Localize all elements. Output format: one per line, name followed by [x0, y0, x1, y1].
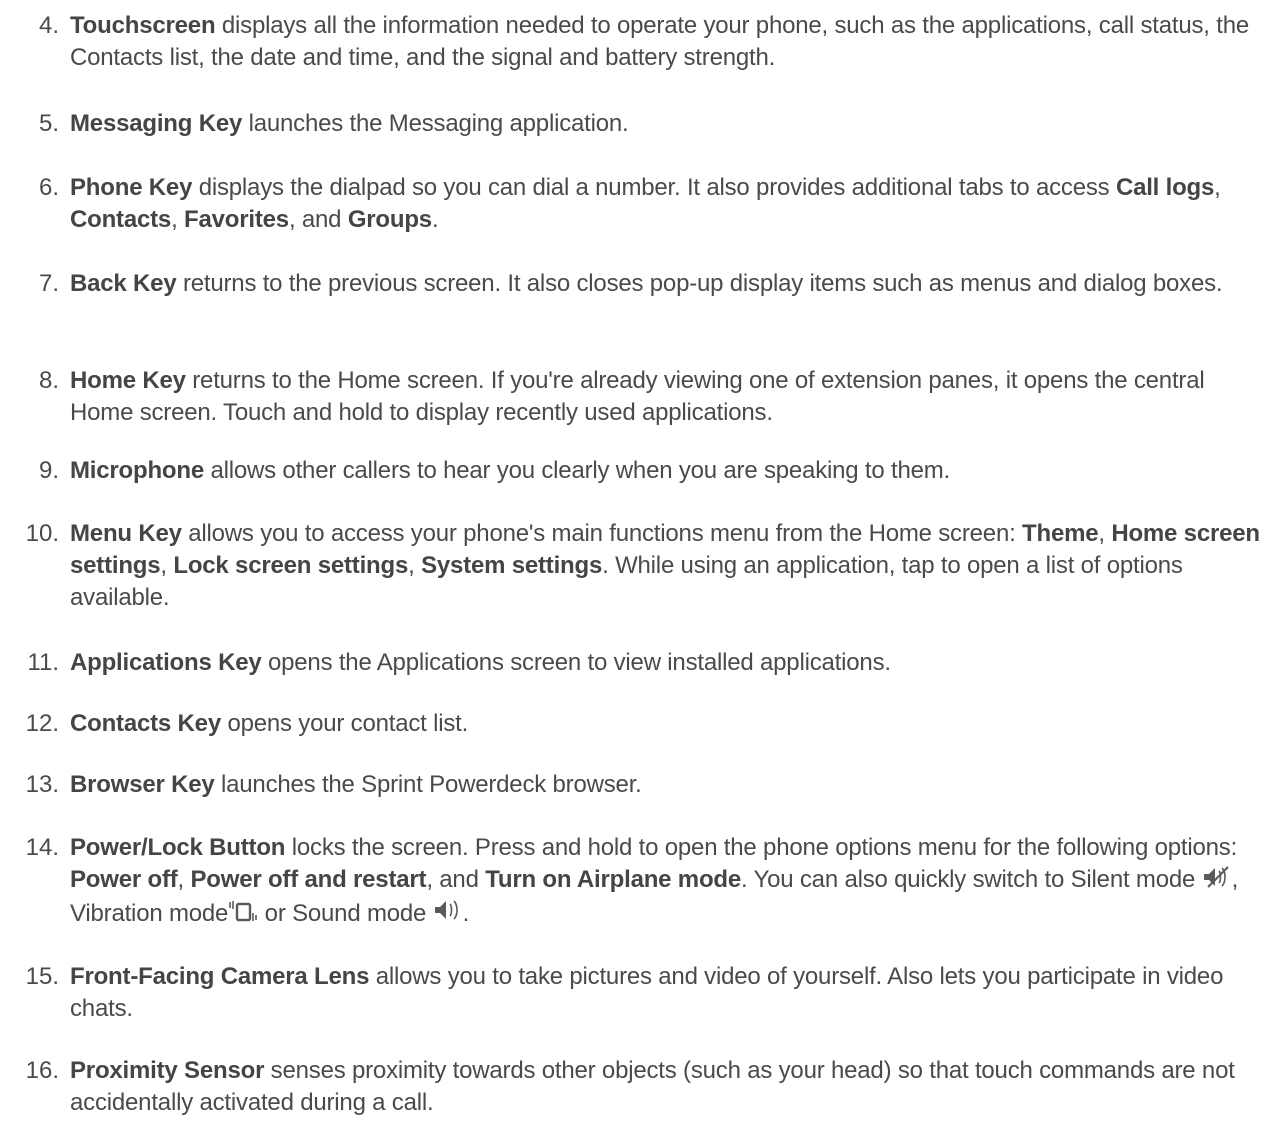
text-run: , [1214, 174, 1221, 201]
item-number: 4. [38, 12, 59, 39]
text-run: or Sound mode [258, 900, 433, 927]
text-run: opens the Applications screen to view in… [261, 649, 891, 676]
item-number: 9. [38, 457, 59, 484]
bold-term: System settings [421, 552, 603, 579]
item-text: Back Key returns to the previous screen.… [70, 268, 1262, 300]
bold-term: Touchscreen [70, 12, 216, 39]
item-number: 7. [38, 270, 59, 297]
text-run: , [1098, 520, 1112, 547]
bold-term: Lock screen settings [173, 552, 409, 579]
bold-term: Turn on Airplane mode [485, 866, 742, 893]
item-text: Power/Lock Button locks the screen. Pres… [70, 832, 1262, 932]
bold-term: Contacts [70, 206, 172, 233]
item-number: 12. [25, 710, 59, 737]
bold-term: Theme [1022, 520, 1099, 547]
bold-term: Power off and restart [190, 866, 427, 893]
text-run: , [171, 206, 185, 233]
item-text: Home Key returns to the Home screen. If … [70, 365, 1262, 429]
bold-term: Contacts Key [70, 710, 221, 737]
text-run: , [408, 552, 422, 579]
bold-term: Back Key [70, 270, 177, 297]
item-number: 8. [38, 367, 59, 394]
item-number: 10. [25, 520, 59, 547]
text-run: , [177, 866, 191, 893]
item-number: 14. [25, 834, 59, 861]
bold-term: Browser Key [70, 771, 215, 798]
item-number: 13. [25, 771, 59, 798]
bold-term: Applications Key [70, 649, 262, 676]
item-text: Contacts Key opens your contact list. [70, 708, 1262, 740]
item-text: Phone Key displays the dialpad so you ca… [70, 172, 1262, 236]
bold-term: Favorites [184, 206, 289, 233]
text-run: locks the screen. Press and hold to open… [285, 834, 1238, 861]
item-number: 15. [25, 963, 59, 990]
item-text: Messaging Key launches the Messaging app… [70, 108, 1262, 140]
text-run: . You can also quickly switch to Silent … [741, 866, 1202, 893]
bold-term: Phone Key [70, 174, 193, 201]
text-run: , [160, 552, 174, 579]
bold-term: Home Key [70, 367, 186, 394]
item-number: 16. [25, 1057, 59, 1084]
bold-term: Microphone [70, 457, 204, 484]
bold-term: Power off [70, 866, 178, 893]
text-run: displays all the information needed to o… [70, 12, 1249, 71]
vibration-mode-icon [228, 899, 258, 932]
text-run: launches the Sprint Powerdeck browser. [214, 771, 642, 798]
text-run: , and [288, 206, 348, 233]
item-number: 11. [27, 649, 59, 676]
text-run: , and [426, 866, 486, 893]
bold-term: Menu Key [70, 520, 182, 547]
bold-term: Power/Lock Button [70, 834, 286, 861]
text-run: returns to the previous screen. It also … [176, 270, 1223, 297]
text-run: allows other callers to hear you clearly… [204, 457, 950, 484]
text-run: returns to the Home screen. If you're al… [70, 367, 1205, 426]
item-number: 5. [38, 110, 59, 137]
bold-term: Proximity Sensor [70, 1057, 265, 1084]
item-text: Applications Key opens the Applications … [70, 647, 1262, 679]
item-text: Menu Key allows you to access your phone… [70, 518, 1262, 614]
bold-term: Front-Facing Camera Lens [70, 963, 370, 990]
text-run: launches the Messaging application. [242, 110, 629, 137]
bold-term: Call logs [1115, 174, 1215, 201]
item-number: 6. [38, 174, 59, 201]
sound-mode-icon [433, 899, 463, 932]
item-text: Touchscreen displays all the information… [70, 10, 1262, 74]
text-run: . [431, 206, 439, 233]
text-run: opens your contact list. [220, 710, 469, 737]
item-text: Browser Key launches the Sprint Powerdec… [70, 769, 1262, 801]
bold-term: Groups [347, 206, 432, 233]
text-run: displays the dialpad so you can dial a n… [192, 174, 1116, 201]
text-run: . [462, 900, 470, 927]
bold-term: Messaging Key [70, 110, 243, 137]
item-text: Proximity Sensor senses proximity toward… [70, 1055, 1262, 1119]
silent-mode-icon [1202, 865, 1232, 898]
text-run: allows you to access your phone's main f… [181, 520, 1023, 547]
item-text: Microphone allows other callers to hear … [70, 455, 1262, 487]
item-text: Front-Facing Camera Lens allows you to t… [70, 961, 1262, 1025]
